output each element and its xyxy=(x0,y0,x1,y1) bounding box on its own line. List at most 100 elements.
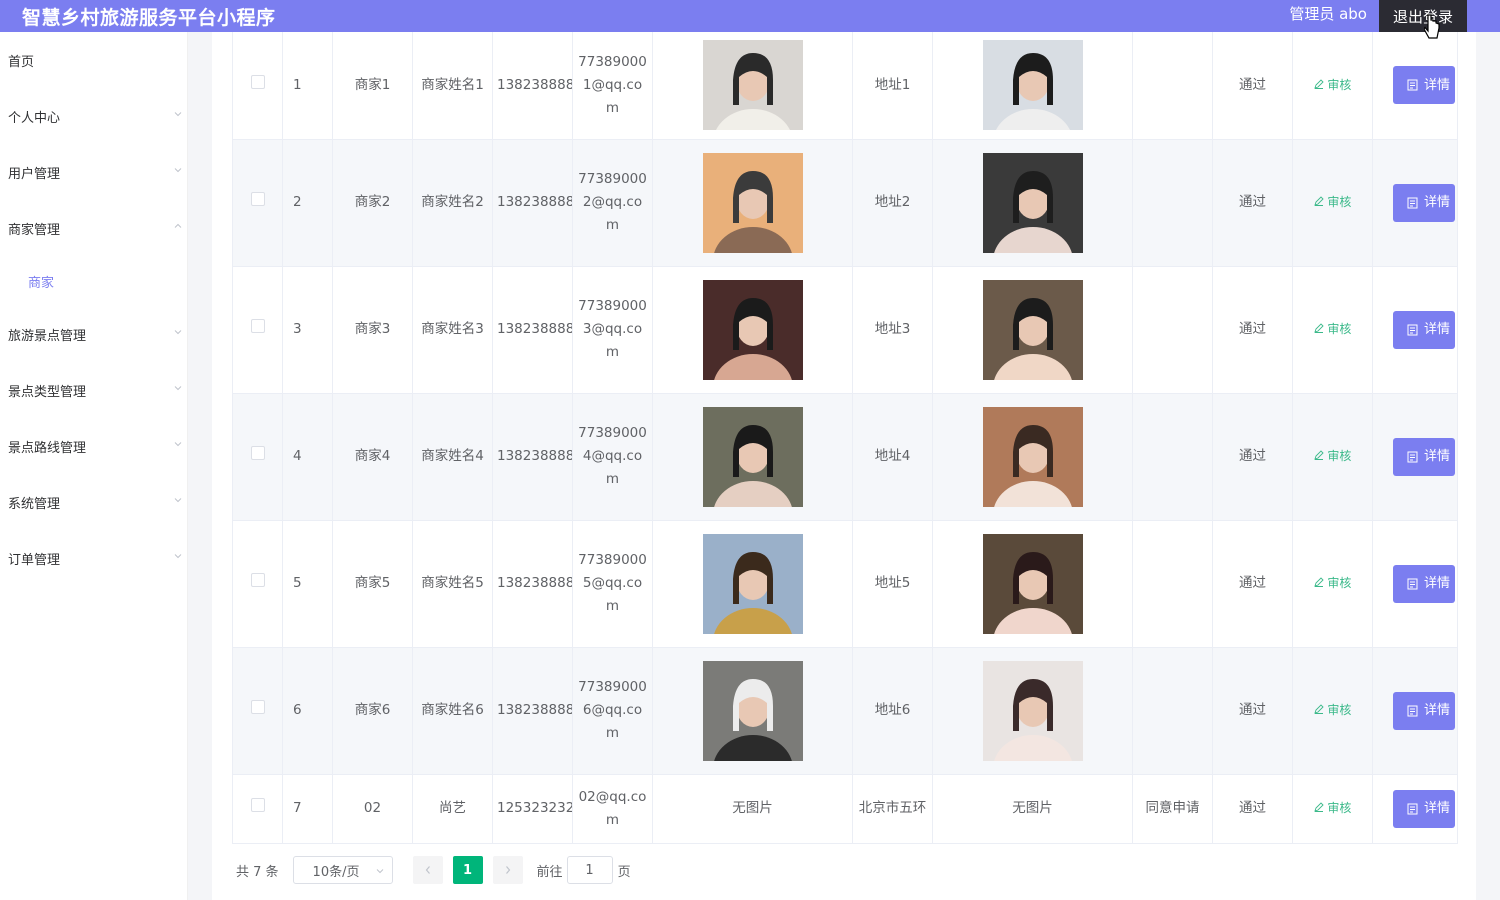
merchant-phone: 13823888884 xyxy=(492,393,573,521)
audit-link[interactable]: 审核 xyxy=(1313,449,1352,463)
audit-link-label: 审核 xyxy=(1327,801,1352,815)
merchant-email: 773890002@qq.com xyxy=(572,139,653,267)
page-number-current[interactable]: 1 xyxy=(452,856,483,884)
row-index: 7 xyxy=(282,774,333,844)
sidebar-item-system[interactable]: 系统管理 xyxy=(0,474,188,530)
sidebar-item-label: 订单管理 xyxy=(8,552,61,568)
sidebar-item-label: 景点类型管理 xyxy=(8,384,87,400)
row-checkbox[interactable] xyxy=(250,798,265,812)
sidebar-item-profile[interactable]: 个人中心 xyxy=(0,88,188,144)
edit-icon xyxy=(1313,450,1324,460)
audit-link-label: 审核 xyxy=(1327,703,1352,717)
chevron-right-icon xyxy=(505,866,510,874)
row-checkbox[interactable] xyxy=(250,573,265,587)
audit-status: 通过 xyxy=(1212,32,1293,140)
license-photo xyxy=(982,40,1083,131)
merchant-photo-cell xyxy=(652,393,853,521)
audit-reply: 同意申请 xyxy=(1132,774,1213,844)
sidebar-item-users[interactable]: 用户管理 xyxy=(0,144,188,200)
merchant-name: 商家姓名2 xyxy=(412,139,493,267)
audit-cell: 审核 xyxy=(1292,266,1373,394)
sidebar-item-home[interactable]: 首页 xyxy=(0,32,188,88)
row-checkbox[interactable] xyxy=(250,446,265,460)
row-checkbox[interactable] xyxy=(250,700,265,714)
next-page-button[interactable] xyxy=(492,856,523,884)
row-index: 2 xyxy=(282,139,333,267)
detail-button[interactable]: 详情 xyxy=(1393,564,1455,603)
app-title: 智慧乡村旅游服务平台小程序 xyxy=(22,6,276,29)
license-photo xyxy=(982,152,1083,253)
audit-reply xyxy=(1132,647,1213,775)
row-checkbox[interactable] xyxy=(250,319,265,333)
audit-cell: 审核 xyxy=(1292,774,1373,844)
merchant-email: 773890006@qq.com xyxy=(572,647,653,775)
row-index: 1 xyxy=(282,32,333,140)
row-checkbox[interactable] xyxy=(250,74,265,89)
detail-button[interactable]: 详情 xyxy=(1393,310,1455,349)
audit-link[interactable]: 审核 xyxy=(1313,576,1351,590)
merchant-address: 地址4 xyxy=(852,393,933,521)
row-select-cell xyxy=(232,774,283,844)
audit-cell: 审核 xyxy=(1292,393,1373,521)
sidebar-item-merchants[interactable]: 商家管理 xyxy=(0,200,188,256)
audit-link-label: 审核 xyxy=(1327,449,1352,463)
audit-status: 通过 xyxy=(1212,647,1293,775)
merchant-photo xyxy=(702,152,803,253)
merchant-photo-cell: 无图片 xyxy=(652,774,853,844)
sidebar-item-routes[interactable]: 景点路线管理 xyxy=(0,418,188,474)
detail-button-label: 详情 xyxy=(1424,703,1451,718)
detail-button[interactable]: 详情 xyxy=(1393,437,1455,476)
logout-button[interactable]: 退出登录 xyxy=(1379,0,1467,32)
detail-button-label: 详情 xyxy=(1424,449,1451,464)
top-header: 智慧乡村旅游服务平台小程序 管理员 abo xyxy=(0,0,1500,32)
audit-link[interactable]: 审核 xyxy=(1313,703,1352,717)
detail-button[interactable]: 详情 xyxy=(1393,66,1455,105)
no-photo-text: 无图片 xyxy=(732,800,773,816)
audit-reply xyxy=(1132,393,1213,521)
sidebar: 首页 个人中心 用户管理 商家管理 商家 旅游景点管理 景点类型管理 景点路线管… xyxy=(0,32,188,900)
merchant-account: 商家3 xyxy=(332,266,413,394)
merchant-photo-cell xyxy=(652,520,853,648)
audit-status: 通过 xyxy=(1212,520,1293,648)
merchant-photo-cell xyxy=(652,647,853,775)
merchant-photo xyxy=(702,660,803,761)
merchant-name: 商家姓名4 xyxy=(412,393,493,521)
page-size-value: 10条/页 xyxy=(312,864,360,880)
audit-link-label: 审核 xyxy=(1327,195,1352,209)
merchant-email: 773890003@qq.com xyxy=(572,266,653,394)
merchant-account: 商家1 xyxy=(332,32,413,140)
row-checkbox[interactable] xyxy=(250,192,265,206)
edit-icon xyxy=(1313,323,1324,333)
audit-cell: 审核 xyxy=(1292,520,1373,648)
sidebar-item-attraction-types[interactable]: 景点类型管理 xyxy=(0,362,188,418)
row-select-cell xyxy=(232,520,283,648)
page-size-select[interactable]: 10条/页 xyxy=(292,856,393,884)
audit-link[interactable]: 审核 xyxy=(1313,195,1352,209)
row-index: 3 xyxy=(282,266,333,394)
prev-page-button[interactable] xyxy=(412,856,443,884)
sidebar-item-attractions[interactable]: 旅游景点管理 xyxy=(0,306,188,362)
audit-status: 通过 xyxy=(1212,393,1293,521)
goto-page-input[interactable]: 1 xyxy=(566,856,613,884)
detail-button[interactable]: 详情 xyxy=(1393,691,1455,730)
edit-icon xyxy=(1313,577,1324,587)
sidebar-item-label: 商家管理 xyxy=(8,222,61,238)
document-icon xyxy=(1407,197,1418,208)
audit-link[interactable]: 审核 xyxy=(1313,78,1351,92)
detail-button[interactable]: 详情 xyxy=(1393,183,1455,222)
detail-button[interactable]: 详情 xyxy=(1393,789,1455,828)
document-icon xyxy=(1407,79,1418,91)
audit-link[interactable]: 审核 xyxy=(1313,322,1351,336)
audit-link[interactable]: 审核 xyxy=(1313,801,1352,815)
merchant-phone: 13823888882 xyxy=(492,139,573,267)
sidebar-item-label: 景点路线管理 xyxy=(8,440,87,456)
sidebar-item-label: 旅游景点管理 xyxy=(8,328,87,344)
merchant-photo xyxy=(702,279,803,380)
merchant-email: 773890004@qq.com xyxy=(572,393,653,521)
merchant-phone: 12532323232 xyxy=(492,774,573,844)
sidebar-item-orders[interactable]: 订单管理 xyxy=(0,530,188,586)
license-photo xyxy=(982,279,1083,380)
sidebar-subitem-merchant[interactable]: 商家 xyxy=(0,259,188,303)
merchant-photo xyxy=(702,533,803,634)
merchant-address: 北京市五环 xyxy=(852,774,933,844)
